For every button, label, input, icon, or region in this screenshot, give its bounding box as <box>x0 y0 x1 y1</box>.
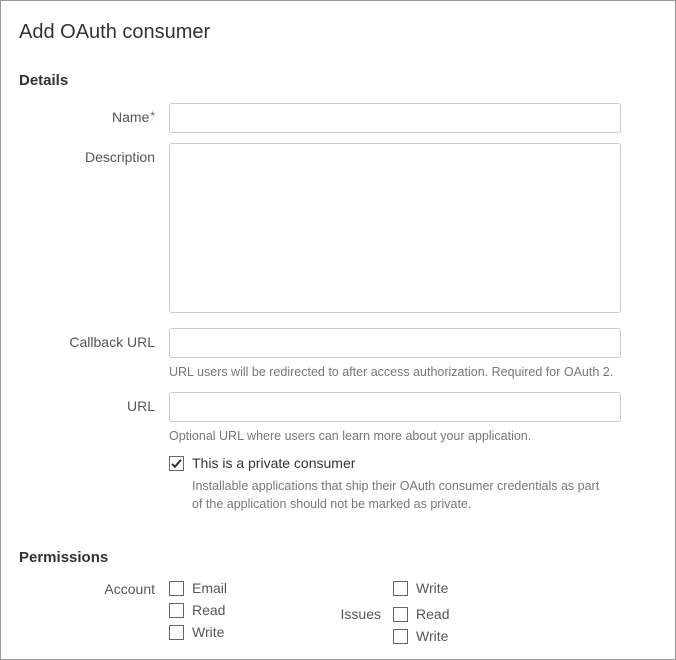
perm-account-write-label: Write <box>192 624 224 640</box>
perm-account-read-label: Read <box>192 602 225 618</box>
perm-account-email-label: Email <box>192 580 227 596</box>
perm-issues-write-label: Write <box>416 628 448 644</box>
callback-url-input[interactable] <box>169 328 621 358</box>
perm-issues-write-checkbox[interactable] <box>393 629 408 644</box>
callback-hint: URL users will be redirected to after ac… <box>169 364 621 382</box>
perm-misc-write-label: Write <box>416 580 448 596</box>
perm-issues-read-checkbox[interactable] <box>393 607 408 622</box>
description-label: Description <box>19 143 169 165</box>
private-consumer-hint: Installable applications that ship their… <box>192 477 621 513</box>
perm-group-account: Email Read Write <box>169 580 227 644</box>
private-consumer-checkbox[interactable] <box>169 456 184 471</box>
perm-right-column: Write Issues Read <box>327 580 449 644</box>
perm-issues-read-label: Read <box>416 606 449 622</box>
name-label: Name* <box>19 103 169 125</box>
section-details-heading: Details <box>19 72 657 89</box>
perm-account-write-checkbox[interactable] <box>169 625 184 640</box>
perm-misc-write-checkbox[interactable] <box>393 581 408 596</box>
perm-account-email-checkbox[interactable] <box>169 581 184 596</box>
section-permissions-heading: Permissions <box>19 549 657 566</box>
name-input[interactable] <box>169 103 621 133</box>
perm-group-issues-label: Issues <box>327 606 381 622</box>
url-label: URL <box>19 392 169 414</box>
callback-label: Callback URL <box>19 328 169 350</box>
oauth-consumer-panel: Add OAuth consumer Details Name* Descrip… <box>0 0 676 660</box>
page-title: Add OAuth consumer <box>19 21 657 44</box>
url-input[interactable] <box>169 392 621 422</box>
private-consumer-label: This is a private consumer <box>192 455 355 471</box>
url-hint: Optional URL where users can learn more … <box>169 428 621 446</box>
description-textarea[interactable] <box>169 143 621 313</box>
perm-account-read-checkbox[interactable] <box>169 603 184 618</box>
required-asterisk: * <box>150 109 155 123</box>
perm-group-account-label: Account <box>19 580 169 597</box>
